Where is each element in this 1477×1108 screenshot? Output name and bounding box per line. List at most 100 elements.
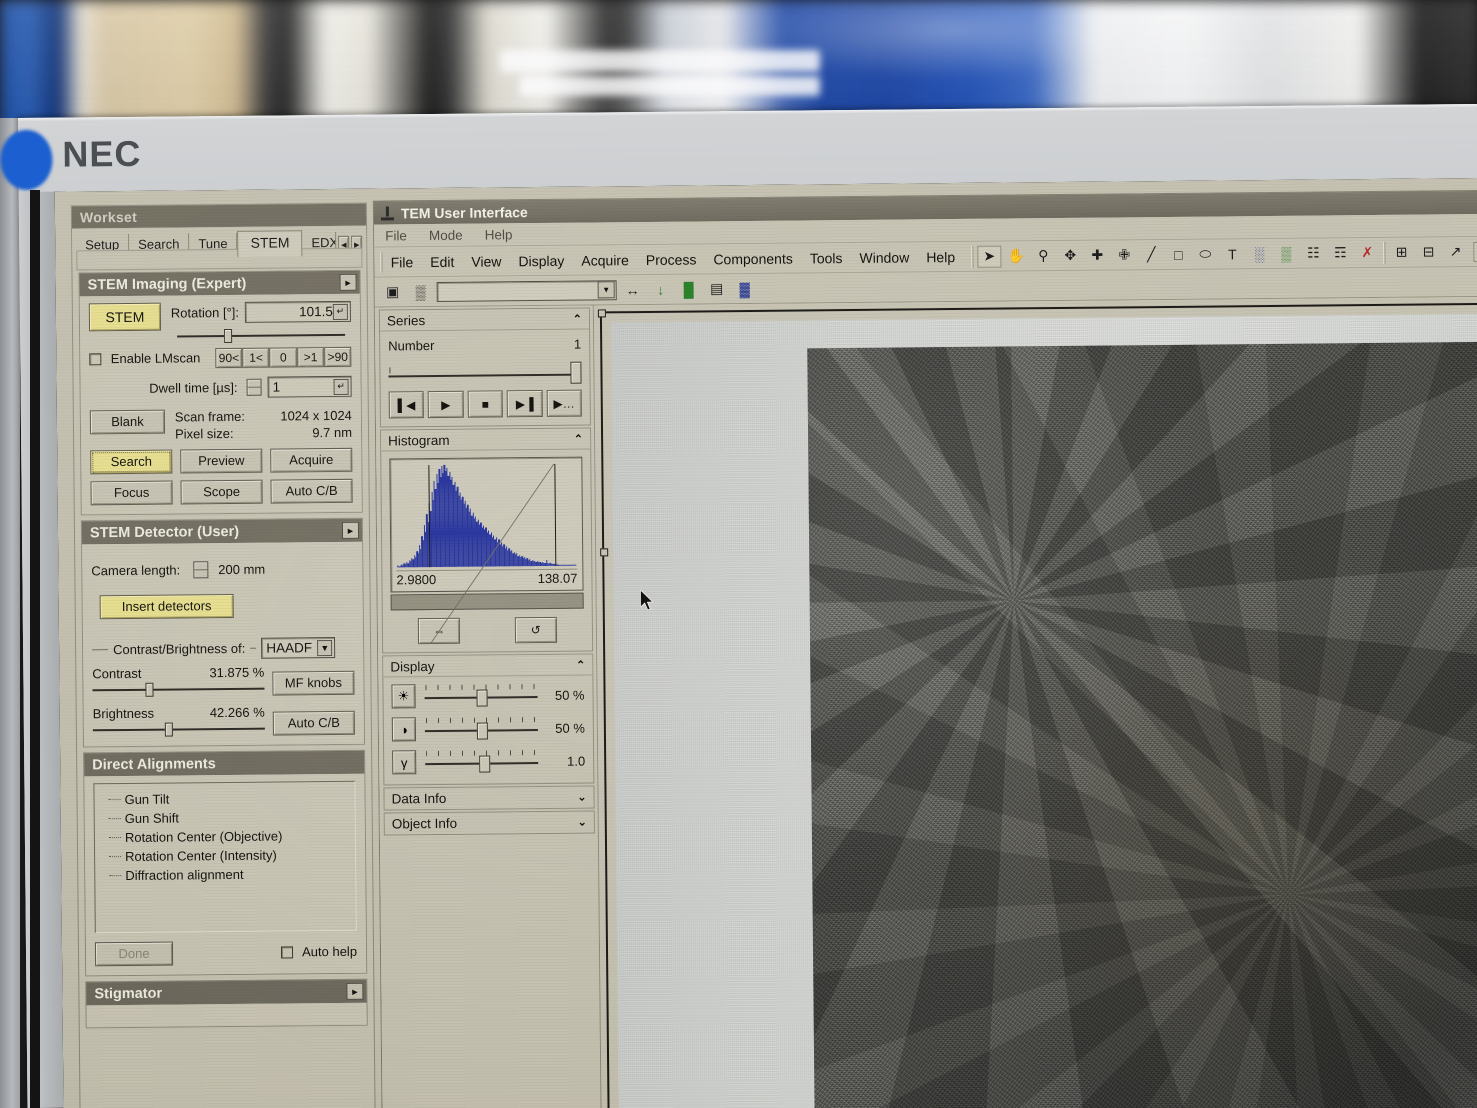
detector-select[interactable]: HAADF ▼ (261, 636, 336, 659)
dwell-time-stepper[interactable] (246, 378, 262, 396)
insert-detectors-button[interactable]: Insert detectors (99, 593, 234, 620)
app-menu-file[interactable]: File (385, 228, 407, 243)
enable-lmscan-checkbox[interactable] (89, 353, 102, 366)
crosshair-icon[interactable]: ✚ (1085, 244, 1109, 266)
first-frame-button[interactable]: ▌◀ (388, 391, 425, 419)
preview-button[interactable]: Preview (180, 448, 263, 474)
menu-tools[interactable]: Tools (810, 250, 843, 266)
rotation-step-1-fwd[interactable]: >1 (296, 347, 325, 368)
brightness-slider[interactable] (92, 722, 265, 738)
image-canvas[interactable] (610, 313, 1477, 1108)
tab-stem[interactable]: STEM (237, 230, 303, 257)
dwell-enter-icon[interactable]: ↵ (333, 378, 349, 395)
search-button[interactable]: Search (90, 449, 173, 475)
resize-handle-topleft[interactable] (597, 309, 606, 318)
stop-button[interactable]: ■ (467, 390, 504, 418)
stem-image[interactable] (807, 341, 1477, 1108)
rotation-input[interactable]: 101.5 ↵ (244, 300, 351, 323)
list-item[interactable]: Gun Shift (107, 807, 349, 828)
rotation-step-90-fwd[interactable]: >90 (324, 346, 352, 368)
blank-button[interactable]: Blank (89, 409, 166, 435)
hand-pan-icon[interactable]: ✋ (1004, 245, 1028, 267)
histogram-header[interactable]: Histogram ⌃ (381, 428, 591, 452)
display-header[interactable]: Display ⌃ (383, 654, 593, 678)
list-item[interactable]: Diffraction alignment (107, 864, 349, 885)
menu-display[interactable]: Display (518, 252, 564, 268)
chart-tool-icon[interactable]: ▓ (733, 277, 757, 299)
contrast-slider[interactable] (92, 682, 265, 698)
chevron-down-icon[interactable]: ⌄ (577, 791, 586, 804)
chevron-up-icon[interactable]: ⌃ (573, 312, 582, 325)
app-menu-help[interactable]: Help (485, 227, 513, 242)
more-options-button[interactable]: ▶… (546, 389, 582, 417)
display-brightness-slider[interactable] (422, 683, 539, 708)
spectrum-icon[interactable]: ▒ (409, 281, 433, 303)
pointer-icon[interactable]: ➤ (977, 245, 1002, 268)
profile-green-icon[interactable]: ▒ (1274, 242, 1298, 264)
menu-components[interactable]: Components (713, 250, 793, 267)
chevron-up-icon[interactable]: ⌃ (576, 658, 585, 671)
detector-icon[interactable]: ▣ (381, 281, 405, 303)
list-item[interactable]: Rotation Center (Intensity) (107, 845, 349, 866)
marker-icon[interactable]: ✙ (1112, 244, 1136, 266)
gamma-icon[interactable]: γ (392, 750, 417, 775)
rotation-step-1-back[interactable]: 1< (242, 347, 270, 368)
done-button[interactable]: Done (94, 941, 174, 967)
menu-process[interactable]: Process (646, 251, 697, 267)
export-image-icon[interactable]: ↗ (1443, 241, 1467, 263)
profile-blue-icon[interactable]: ░ (1247, 242, 1271, 264)
dwell-time-input[interactable]: 1 ↵ (267, 375, 352, 398)
add-image-icon[interactable]: ⊞ (1389, 241, 1413, 263)
display-contrast-slider[interactable] (423, 716, 540, 741)
rotation-step-zero[interactable]: 0 (269, 347, 298, 368)
histogram-chart[interactable]: 2.9800 138.07 (389, 456, 584, 593)
auto-help-checkbox[interactable] (280, 946, 293, 959)
detector-auto-cb-button[interactable]: Auto C/B (272, 710, 355, 736)
enable-lmscan-checkbox-row[interactable]: Enable LMscan (89, 349, 209, 368)
measure-icon[interactable]: ☷ (1301, 242, 1325, 264)
chevron-down-icon[interactable]: ▼ (597, 281, 615, 299)
chevron-right-icon[interactable]: ► (346, 982, 364, 1000)
direct-alignments-list[interactable]: Gun Tilt Gun Shift Rotation Center (Obje… (93, 780, 357, 934)
chevron-right-icon[interactable]: ► (341, 521, 360, 539)
object-info-header[interactable]: Object Info ⌄ (384, 811, 594, 835)
display-gamma-slider[interactable] (423, 749, 540, 774)
app-menu-mode[interactable]: Mode (429, 227, 463, 242)
rectangle-tool-icon[interactable]: □ (1166, 243, 1190, 265)
text-tool-icon[interactable]: T (1220, 243, 1244, 265)
menu-acquire[interactable]: Acquire (581, 252, 629, 268)
mf-knobs-button[interactable]: MF knobs (272, 670, 355, 696)
chevron-down-icon[interactable]: ▼ (317, 639, 333, 656)
list-item[interactable]: Rotation Center (Objective) (107, 826, 349, 847)
auto-help-checkbox-row[interactable]: Auto help (280, 943, 358, 962)
camera-length-stepper[interactable] (193, 561, 209, 579)
rotation-enter-icon[interactable]: ↵ (332, 303, 348, 320)
delete-annotation-icon[interactable]: ✗ (1355, 241, 1379, 263)
chevron-up-icon[interactable]: ⌃ (574, 432, 583, 445)
scope-button[interactable]: Scope (180, 479, 263, 505)
focus-button[interactable]: Focus (90, 480, 173, 506)
last-frame-button[interactable]: ▶▐ (506, 389, 543, 418)
play-button[interactable]: ▶ (428, 390, 464, 419)
contrast-half-circle-icon[interactable]: ◑ (391, 717, 417, 742)
chevron-down-icon[interactable]: ⌄ (578, 816, 587, 829)
brightness-sun-icon[interactable]: ☀ (391, 684, 416, 709)
align-horizontal-icon[interactable]: ↔ (621, 278, 645, 300)
menu-view[interactable]: View (471, 253, 501, 269)
ellipse-tool-icon[interactable]: ⬭ (1193, 243, 1217, 265)
rotation-slider[interactable] (177, 328, 346, 344)
series-header[interactable]: Series ⌃ (379, 308, 590, 332)
zoom-magnifier-icon[interactable]: ⚲ (1031, 245, 1055, 267)
toolbar-overflow-area[interactable] (1473, 241, 1477, 262)
menu-edit[interactable]: Edit (430, 253, 454, 269)
series-slider[interactable] (388, 360, 582, 386)
image-viewport[interactable] (593, 296, 1477, 1108)
detector-combo[interactable]: ▼ (436, 279, 617, 302)
stack-image-icon[interactable]: ⊟ (1416, 241, 1440, 263)
resize-handle-left[interactable] (600, 548, 609, 557)
menu-help[interactable]: Help (926, 249, 955, 265)
histogram-tool-icon[interactable]: ▤ (705, 278, 729, 300)
move-icon[interactable]: ✥ (1058, 244, 1082, 266)
acquire-button[interactable]: Acquire (270, 447, 353, 473)
data-info-header[interactable]: Data Info ⌄ (384, 786, 594, 810)
